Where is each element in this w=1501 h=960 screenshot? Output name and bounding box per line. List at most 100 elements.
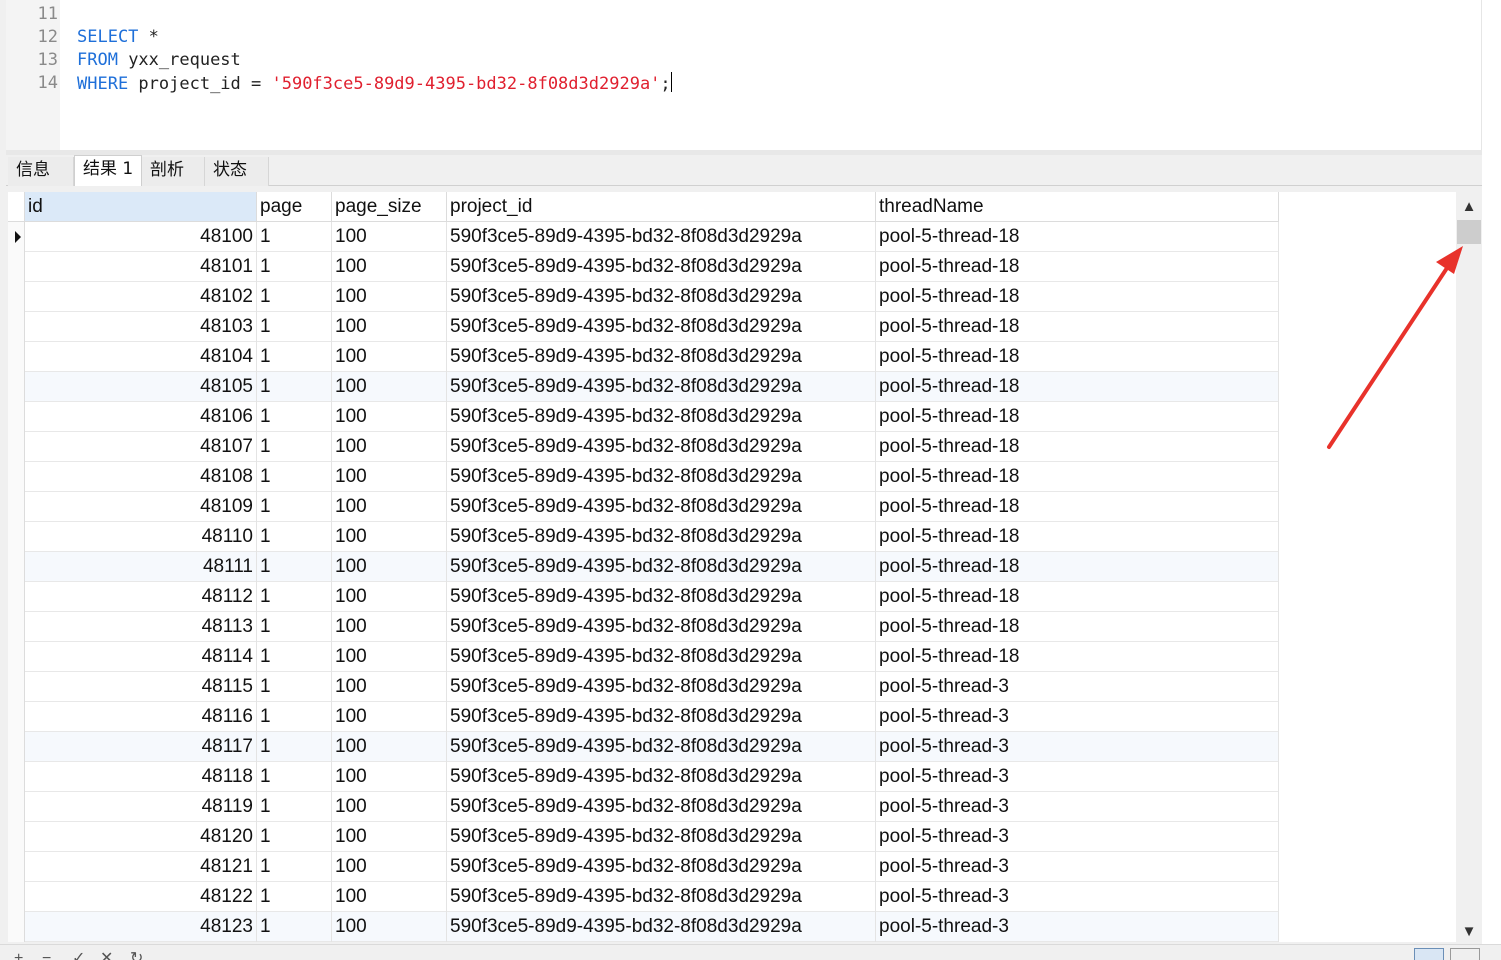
cell-page[interactable]: 1 bbox=[257, 402, 332, 432]
row-selector[interactable] bbox=[8, 312, 25, 342]
grid-view-icon[interactable] bbox=[1414, 948, 1444, 960]
cell-page[interactable]: 1 bbox=[257, 702, 332, 732]
cell-project-id[interactable]: 590f3ce5-89d9-4395-bd32-8f08d3d2929a bbox=[447, 792, 876, 822]
cell-id[interactable]: 48122 bbox=[25, 882, 257, 912]
table-row[interactable]: 48105 1 100 590f3ce5-89d9-4395-bd32-8f08d3d… bbox=[8, 372, 1279, 402]
cell-id[interactable]: 48100 bbox=[25, 222, 257, 252]
cell-id[interactable]: 48107 bbox=[25, 432, 257, 462]
cell-page-size[interactable]: 100 bbox=[332, 492, 447, 522]
cell-page-size[interactable]: 100 bbox=[332, 762, 447, 792]
cell-thread-name[interactable]: pool-5-thread-3 bbox=[876, 792, 1279, 822]
cell-page[interactable]: 1 bbox=[257, 222, 332, 252]
row-selector[interactable] bbox=[8, 912, 25, 942]
form-view-icon[interactable] bbox=[1450, 948, 1480, 960]
cell-page-size[interactable]: 100 bbox=[332, 522, 447, 552]
cell-thread-name[interactable]: pool-5-thread-18 bbox=[876, 432, 1279, 462]
cell-thread-name[interactable]: pool-5-thread-3 bbox=[876, 702, 1279, 732]
cell-project-id[interactable]: 590f3ce5-89d9-4395-bd32-8f08d3d2929a bbox=[447, 552, 876, 582]
cell-page[interactable]: 1 bbox=[257, 762, 332, 792]
table-row[interactable]: 48113 1 100 590f3ce5-89d9-4395-bd32-8f08d3d… bbox=[8, 612, 1279, 642]
row-selector[interactable] bbox=[8, 582, 25, 612]
column-header-page-size[interactable]: page_size bbox=[332, 192, 447, 222]
cell-id[interactable]: 48111 bbox=[25, 552, 257, 582]
cell-id[interactable]: 48118 bbox=[25, 762, 257, 792]
cell-id[interactable]: 48102 bbox=[25, 282, 257, 312]
cell-thread-name[interactable]: pool-5-thread-3 bbox=[876, 852, 1279, 882]
cell-project-id[interactable]: 590f3ce5-89d9-4395-bd32-8f08d3d2929a bbox=[447, 852, 876, 882]
cell-thread-name[interactable]: pool-5-thread-18 bbox=[876, 492, 1279, 522]
tab-profile[interactable]: 剖析 bbox=[142, 157, 205, 186]
row-selector[interactable] bbox=[8, 282, 25, 312]
row-selector[interactable] bbox=[8, 822, 25, 852]
row-selector[interactable] bbox=[8, 762, 25, 792]
cell-page-size[interactable]: 100 bbox=[332, 582, 447, 612]
cell-project-id[interactable]: 590f3ce5-89d9-4395-bd32-8f08d3d2929a bbox=[447, 222, 876, 252]
cell-id[interactable]: 48106 bbox=[25, 402, 257, 432]
cell-id[interactable]: 48112 bbox=[25, 582, 257, 612]
cell-project-id[interactable]: 590f3ce5-89d9-4395-bd32-8f08d3d2929a bbox=[447, 762, 876, 792]
cell-page[interactable]: 1 bbox=[257, 792, 332, 822]
cell-page[interactable]: 1 bbox=[257, 342, 332, 372]
cell-id[interactable]: 48116 bbox=[25, 702, 257, 732]
cell-page[interactable]: 1 bbox=[257, 522, 332, 552]
cell-thread-name[interactable]: pool-5-thread-3 bbox=[876, 912, 1279, 942]
cell-page[interactable]: 1 bbox=[257, 372, 332, 402]
table-row[interactable]: 48112 1 100 590f3ce5-89d9-4395-bd32-8f08d3d… bbox=[8, 582, 1279, 612]
cell-id[interactable]: 48113 bbox=[25, 612, 257, 642]
table-row[interactable]: 48118 1 100 590f3ce5-89d9-4395-bd32-8f08d3d… bbox=[8, 762, 1279, 792]
cell-thread-name[interactable]: pool-5-thread-3 bbox=[876, 882, 1279, 912]
scroll-thumb[interactable] bbox=[1457, 220, 1481, 244]
cell-page[interactable]: 1 bbox=[257, 432, 332, 462]
cell-id[interactable]: 48103 bbox=[25, 312, 257, 342]
cell-id[interactable]: 48119 bbox=[25, 792, 257, 822]
cell-page[interactable]: 1 bbox=[257, 552, 332, 582]
row-selector[interactable] bbox=[8, 792, 25, 822]
cell-page-size[interactable]: 100 bbox=[332, 462, 447, 492]
table-row[interactable]: 48102 1 100 590f3ce5-89d9-4395-bd32-8f08d3d… bbox=[8, 282, 1279, 312]
tab-info[interactable]: 信息 bbox=[8, 157, 74, 186]
code-line[interactable]: SELECT * bbox=[77, 26, 159, 49]
add-record-icon[interactable]: + bbox=[14, 951, 23, 960]
cell-thread-name[interactable]: pool-5-thread-18 bbox=[876, 402, 1279, 432]
cell-project-id[interactable]: 590f3ce5-89d9-4395-bd32-8f08d3d2929a bbox=[447, 402, 876, 432]
cell-id[interactable]: 48115 bbox=[25, 672, 257, 702]
table-row[interactable]: 48119 1 100 590f3ce5-89d9-4395-bd32-8f08d3d… bbox=[8, 792, 1279, 822]
table-row[interactable]: 48100 1 100 590f3ce5-89d9-4395-bd32-8f08d3d… bbox=[8, 222, 1279, 252]
cell-page[interactable]: 1 bbox=[257, 822, 332, 852]
row-selector[interactable] bbox=[8, 672, 25, 702]
table-row[interactable]: 48121 1 100 590f3ce5-89d9-4395-bd32-8f08d3d… bbox=[8, 852, 1279, 882]
cell-page[interactable]: 1 bbox=[257, 492, 332, 522]
cell-id[interactable]: 48101 bbox=[25, 252, 257, 282]
row-selector[interactable] bbox=[8, 852, 25, 882]
cell-thread-name[interactable]: pool-5-thread-18 bbox=[876, 522, 1279, 552]
row-selector[interactable] bbox=[8, 342, 25, 372]
cell-page-size[interactable]: 100 bbox=[332, 432, 447, 462]
cell-id[interactable]: 48104 bbox=[25, 342, 257, 372]
column-header-project-id[interactable]: project_id bbox=[447, 192, 876, 222]
row-selector[interactable] bbox=[8, 882, 25, 912]
cell-id[interactable]: 48110 bbox=[25, 522, 257, 552]
cell-project-id[interactable]: 590f3ce5-89d9-4395-bd32-8f08d3d2929a bbox=[447, 342, 876, 372]
cell-project-id[interactable]: 590f3ce5-89d9-4395-bd32-8f08d3d2929a bbox=[447, 642, 876, 672]
cell-thread-name[interactable]: pool-5-thread-18 bbox=[876, 642, 1279, 672]
cell-page-size[interactable]: 100 bbox=[332, 372, 447, 402]
cell-page-size[interactable]: 100 bbox=[332, 702, 447, 732]
row-selector[interactable] bbox=[8, 372, 25, 402]
cell-thread-name[interactable]: pool-5-thread-18 bbox=[876, 282, 1279, 312]
cell-id[interactable]: 48108 bbox=[25, 462, 257, 492]
table-row[interactable]: 48103 1 100 590f3ce5-89d9-4395-bd32-8f08d3d… bbox=[8, 312, 1279, 342]
cell-page-size[interactable]: 100 bbox=[332, 612, 447, 642]
table-row[interactable]: 48115 1 100 590f3ce5-89d9-4395-bd32-8f08d3d… bbox=[8, 672, 1279, 702]
cell-page[interactable]: 1 bbox=[257, 582, 332, 612]
cell-project-id[interactable]: 590f3ce5-89d9-4395-bd32-8f08d3d2929a bbox=[447, 732, 876, 762]
cell-id[interactable]: 48121 bbox=[25, 852, 257, 882]
cell-project-id[interactable]: 590f3ce5-89d9-4395-bd32-8f08d3d2929a bbox=[447, 432, 876, 462]
refresh-icon[interactable]: ↻ bbox=[130, 951, 143, 960]
cell-page-size[interactable]: 100 bbox=[332, 282, 447, 312]
cell-page[interactable]: 1 bbox=[257, 732, 332, 762]
row-selector[interactable] bbox=[8, 402, 25, 432]
row-selector[interactable] bbox=[8, 462, 25, 492]
table-row[interactable]: 48106 1 100 590f3ce5-89d9-4395-bd32-8f08d3d… bbox=[8, 402, 1279, 432]
scroll-down-icon[interactable]: ▼ bbox=[1456, 921, 1482, 943]
cell-thread-name[interactable]: pool-5-thread-3 bbox=[876, 762, 1279, 792]
